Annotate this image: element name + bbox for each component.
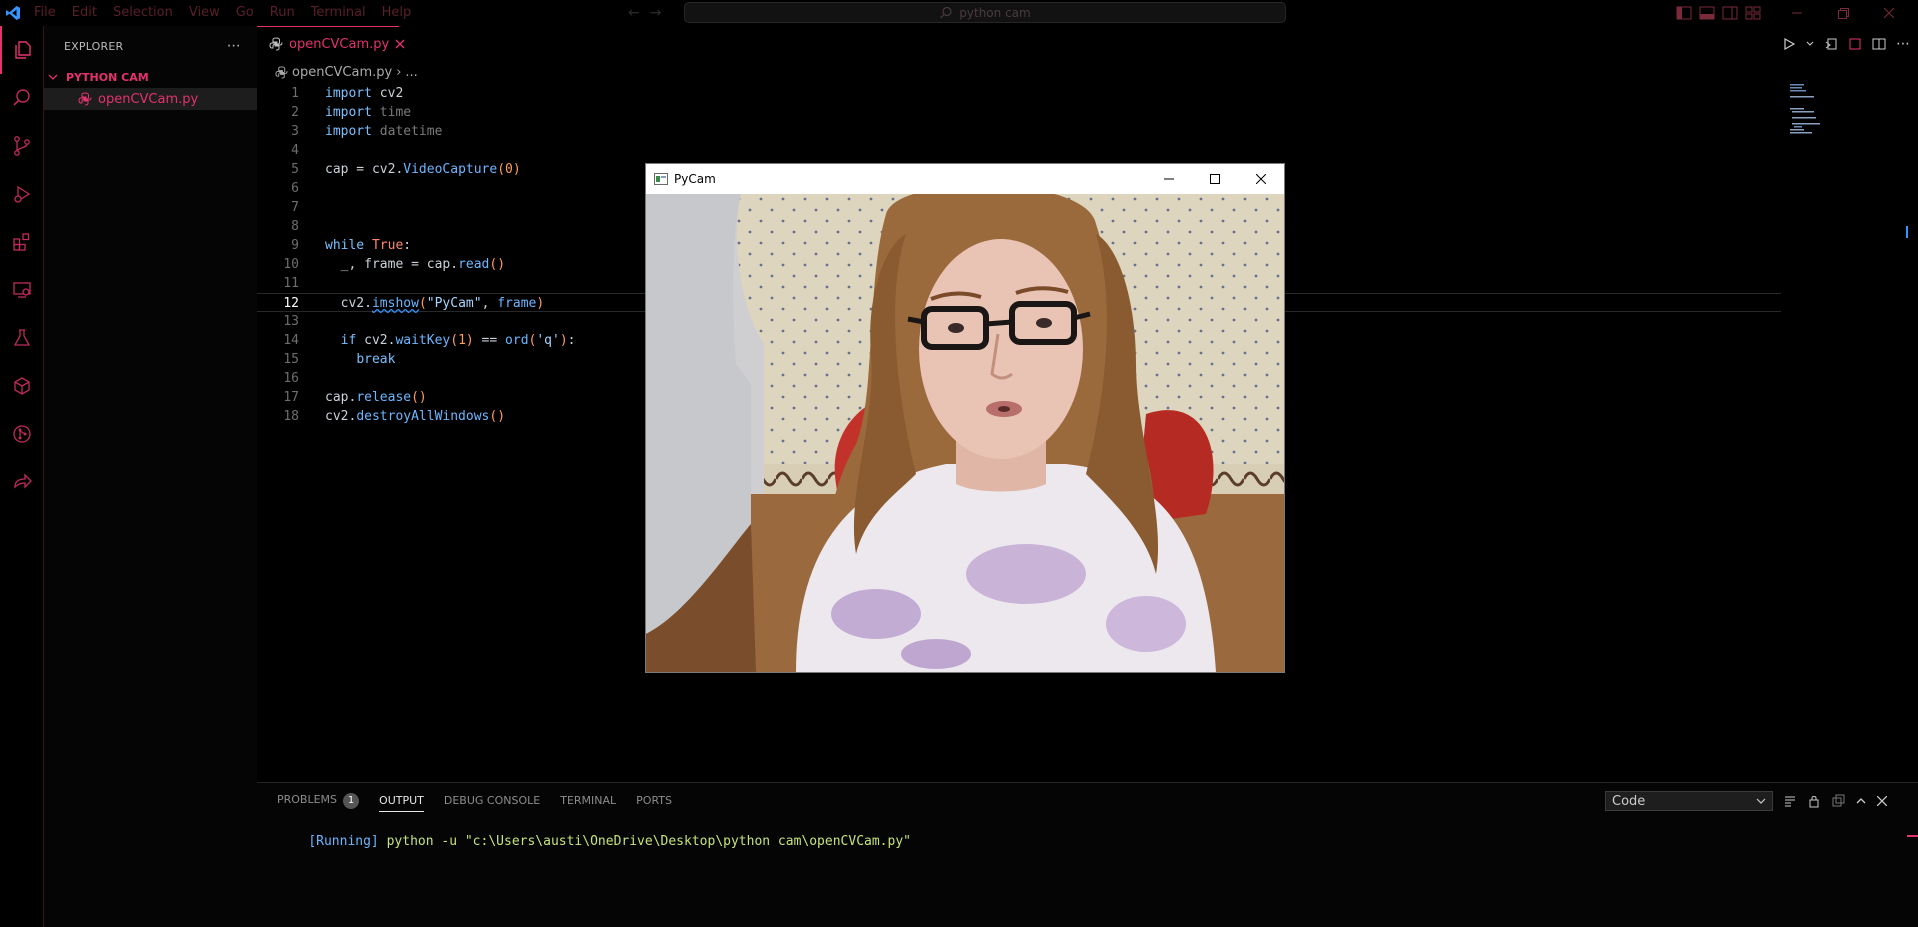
clear-output-icon[interactable]: [1783, 794, 1797, 808]
tab-output[interactable]: OUTPUT: [379, 794, 424, 812]
python-file-icon: [275, 65, 288, 79]
explorer-title: EXPLORER: [64, 39, 124, 53]
toggle-panel-icon[interactable]: [1699, 6, 1715, 20]
code-line: 3 import datetime: [291, 124, 443, 139]
lock-scroll-icon[interactable]: [1807, 794, 1821, 808]
more-actions-icon[interactable]: ⋯: [227, 38, 241, 54]
menu-run[interactable]: Run: [262, 0, 303, 26]
vscode-logo-icon: [0, 0, 26, 26]
search-icon[interactable]: [0, 74, 44, 122]
source-control-icon[interactable]: [0, 122, 44, 170]
code-line: 4: [291, 143, 299, 158]
python-file-icon: [269, 37, 283, 51]
explorer-icon[interactable]: [0, 26, 44, 74]
pycam-window[interactable]: PyCam: [645, 163, 1285, 673]
maximize-panel-icon[interactable]: [1855, 795, 1867, 807]
scrollbar-marker[interactable]: [1906, 226, 1916, 238]
pycam-title: PyCam: [674, 172, 716, 186]
folder-row[interactable]: PYTHON CAM: [44, 66, 257, 88]
run-debug-icon[interactable]: [0, 170, 44, 218]
customize-layout-icon[interactable]: [1745, 6, 1761, 20]
menu-view[interactable]: View: [181, 0, 228, 26]
code-line: 2 import time: [291, 105, 412, 120]
breadcrumb-symbol[interactable]: ...: [405, 65, 417, 80]
testing-icon[interactable]: [0, 314, 44, 362]
search-text: python cam: [959, 5, 1031, 20]
panel-tabs: PROBLEMS 1 OUTPUT DEBUG CONSOLE TERMINAL …: [277, 783, 672, 818]
tab-label: openCVCam.py: [289, 36, 390, 52]
minimize-window-icon[interactable]: [1774, 0, 1820, 26]
toggle-secondary-sidebar-icon[interactable]: [1722, 6, 1738, 20]
window-controls: [1774, 0, 1912, 26]
git-graph-icon[interactable]: [0, 410, 44, 458]
python-file-icon: [78, 92, 92, 106]
breadcrumb-file[interactable]: openCVCam.py: [292, 65, 392, 80]
live-share-icon[interactable]: [0, 458, 44, 506]
toggle-view-icon[interactable]: [1848, 37, 1862, 51]
title-bar: File Edit Selection View Go Run Terminal…: [0, 0, 1918, 26]
back-arrow-icon[interactable]: ←: [628, 5, 640, 21]
activity-bar: [0, 26, 44, 927]
chevron-right-icon: ›: [396, 64, 402, 80]
open-output-editor-icon[interactable]: [1831, 794, 1845, 808]
menu-help[interactable]: Help: [374, 0, 420, 26]
toggle-primary-sidebar-icon[interactable]: [1676, 6, 1692, 20]
command-center-search[interactable]: python cam: [684, 2, 1286, 23]
menu-edit[interactable]: Edit: [64, 0, 105, 26]
extensions-icon[interactable]: [0, 218, 44, 266]
pycam-window-controls: [1146, 164, 1284, 194]
remote-explorer-icon[interactable]: [0, 266, 44, 314]
panel-scroll-marker: [1907, 835, 1918, 837]
editor-actions: ⋯: [1782, 26, 1910, 61]
output-command: python -u "c:\Users\austi\OneDrive\Deskt…: [386, 834, 911, 849]
app-window-icon: [654, 173, 668, 185]
close-panel-icon[interactable]: [1877, 796, 1887, 806]
folder-name: PYTHON CAM: [66, 70, 149, 84]
menu-bar: File Edit Selection View Go Run Terminal…: [26, 0, 419, 26]
split-editor-icon[interactable]: [1872, 37, 1886, 51]
output-channel-select[interactable]: Code: [1605, 791, 1773, 811]
panel-actions: [1783, 791, 1887, 811]
file-item[interactable]: openCVCam.py: [44, 88, 257, 110]
minimize-icon[interactable]: [1146, 164, 1192, 194]
output-log[interactable]: [Running] python -u "c:\Users\austi\OneD…: [277, 819, 911, 864]
explorer-sidebar: EXPLORER ⋯ PYTHON CAM openCVCam.py: [44, 26, 257, 927]
forward-arrow-icon[interactable]: →: [650, 5, 662, 21]
chevron-down-icon: [1756, 796, 1766, 806]
tab-ports[interactable]: PORTS: [636, 794, 672, 807]
menu-terminal[interactable]: Terminal: [303, 0, 374, 26]
menu-go[interactable]: Go: [228, 0, 262, 26]
explorer-header: EXPLORER ⋯: [44, 26, 257, 66]
tab-problems[interactable]: PROBLEMS 1: [277, 792, 360, 809]
editor-tabs: openCVCam.py ⋯: [257, 26, 1918, 61]
minimap[interactable]: [1790, 84, 1830, 134]
file-name: openCVCam.py: [98, 91, 199, 107]
restore-window-icon[interactable]: [1820, 0, 1866, 26]
menu-file[interactable]: File: [26, 0, 64, 26]
problems-count-badge: 1: [343, 792, 360, 809]
output-channel-value: Code: [1612, 793, 1646, 809]
tab-opencvcam[interactable]: openCVCam.py: [257, 26, 405, 61]
output-running-label: [Running]: [308, 834, 379, 849]
layout-controls: [1676, 0, 1761, 26]
search-icon: [939, 6, 953, 20]
maximize-icon[interactable]: [1192, 164, 1238, 194]
close-icon[interactable]: [1238, 164, 1284, 194]
chevron-down-icon: [48, 72, 62, 82]
close-tab-icon[interactable]: [395, 39, 405, 49]
more-actions-icon[interactable]: ⋯: [1896, 36, 1910, 52]
container-icon[interactable]: [0, 362, 44, 410]
close-window-icon[interactable]: [1866, 0, 1912, 26]
tab-terminal[interactable]: TERMINAL: [560, 794, 616, 807]
run-python-file-icon[interactable]: [1782, 37, 1796, 51]
menu-selection[interactable]: Selection: [105, 0, 181, 26]
tab-debug-console[interactable]: DEBUG CONSOLE: [444, 794, 540, 807]
navigation-arrows: ← →: [628, 0, 661, 26]
webcam-frame-image: [646, 194, 1284, 672]
code-line: 1 import cv2: [291, 86, 404, 101]
bottom-panel: PROBLEMS 1 OUTPUT DEBUG CONSOLE TERMINAL …: [257, 782, 1918, 927]
open-changes-icon[interactable]: [1824, 37, 1838, 51]
breadcrumb: openCVCam.py › ...: [257, 61, 418, 83]
run-dropdown-chevron-icon[interactable]: [1806, 40, 1814, 48]
